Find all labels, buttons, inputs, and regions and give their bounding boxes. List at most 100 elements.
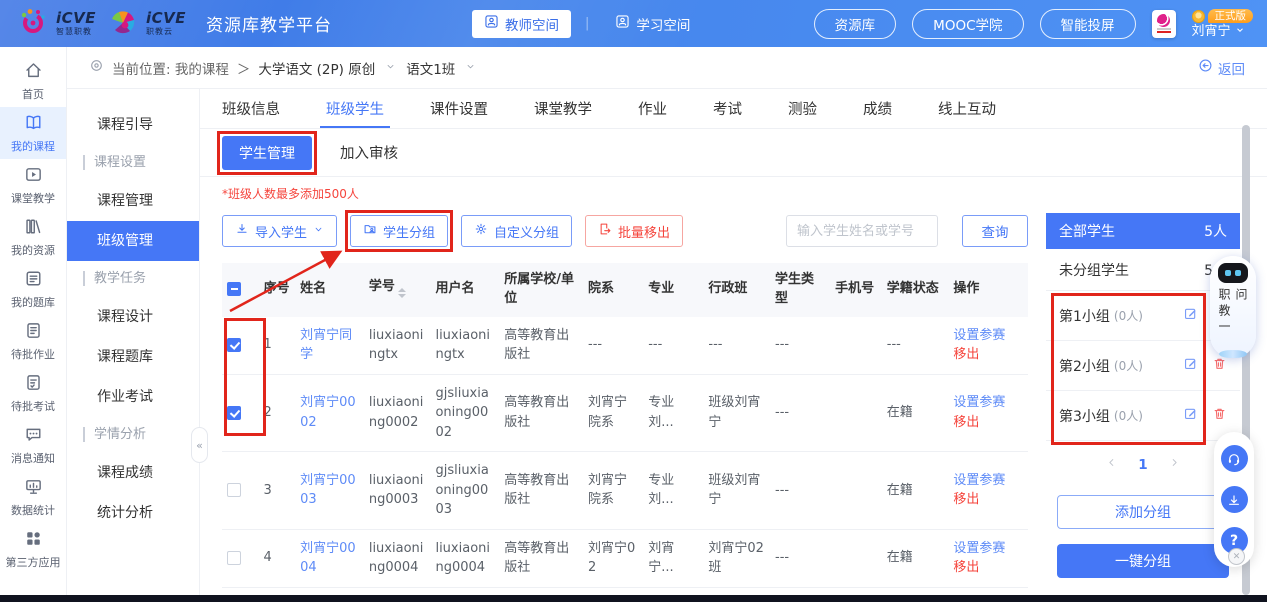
space-switcher: 教师空间|学习空间 <box>472 10 702 38</box>
tab-8[interactable]: 线上互动 <box>938 89 996 128</box>
delete-group-icon[interactable] <box>1212 406 1227 425</box>
table-row: 4刘宵宁0004liuxiaoning0004liuxiaoning0004高等… <box>222 529 1028 587</box>
student-name-link[interactable]: 刘宵宁0003 <box>300 473 356 508</box>
breadcrumb-class[interactable]: 语文1班 <box>406 58 455 78</box>
rail-item-4[interactable]: 我的题库 <box>0 263 66 315</box>
menu-item-7[interactable]: 作业考试 <box>67 377 199 417</box>
download-circle-icon[interactable] <box>1221 486 1248 513</box>
batch-remove-button[interactable]: 批量移出 <box>585 215 683 247</box>
logo1-sub: 智慧职教 <box>56 28 96 36</box>
tab-4[interactable]: 作业 <box>638 89 667 128</box>
row-checkbox[interactable] <box>227 338 241 352</box>
column-header: 学生类型 <box>770 263 830 317</box>
remove-link[interactable]: 移出 <box>953 345 1023 365</box>
breadcrumb-course[interactable]: 大学语文 (2P) 原创 <box>258 58 375 78</box>
one-click-group-button[interactable]: 一键分组 <box>1057 544 1229 578</box>
row-checkbox[interactable] <box>227 483 241 497</box>
column-header: 专业 <box>643 263 703 317</box>
rail-item-1[interactable]: 我的课程 <box>0 107 66 159</box>
tab-6[interactable]: 测验 <box>788 89 817 128</box>
message-icon <box>24 425 43 447</box>
nav-learning-space[interactable]: 学习空间 <box>603 10 702 38</box>
class-dropdown-caret-icon[interactable] <box>465 60 476 76</box>
student-name-link[interactable]: 刘宵宁0004 <box>300 541 356 576</box>
back-button[interactable]: 返回 <box>1198 58 1245 78</box>
select-all-checkbox[interactable] <box>227 282 241 296</box>
set-contest-link[interactable]: 设置参赛 <box>953 539 1023 559</box>
group-all-students[interactable]: 全部学生 5人 <box>1046 213 1240 249</box>
subtab-join-review[interactable]: 加入审核 <box>340 142 398 163</box>
rail-item-9[interactable]: 第三方应用 <box>0 523 66 575</box>
all-students-count: 5人 <box>1204 221 1227 241</box>
student-name-link[interactable]: 刘宵宁0002 <box>300 395 356 430</box>
edit-group-icon[interactable] <box>1183 406 1198 425</box>
remove-doc-icon <box>598 222 612 240</box>
rail-item-5[interactable]: 待批作业 <box>0 315 66 367</box>
close-floating-toolbar-icon[interactable]: ✕ <box>1228 548 1245 565</box>
page-prev-icon[interactable] <box>1105 456 1118 473</box>
main-content: 班级信息班级学生课件设置课堂教学作业考试测验成绩线上互动 学生管理 加入审核 *… <box>200 89 1267 602</box>
app-window: iCVE 智慧职教 iCVE 职教云 资源库教学平台 教师空间|学习空间 资源库… <box>0 0 1267 602</box>
header-pill-2[interactable]: 智能投屏 <box>1040 9 1136 39</box>
tab-0[interactable]: 班级信息 <box>222 89 280 128</box>
menu-item-6[interactable]: 课程题库 <box>67 337 199 377</box>
remove-link[interactable]: 移出 <box>953 558 1023 578</box>
tab-3[interactable]: 课堂教学 <box>534 89 592 128</box>
brand-logos: iCVE 智慧职教 iCVE 职教云 资源库教学平台 <box>18 7 332 41</box>
icve-zhijiaoyun-logo-icon <box>108 7 138 41</box>
menu-collapse-handle[interactable]: « <box>191 427 208 463</box>
custom-group-button[interactable]: 自定义分组 <box>461 215 572 247</box>
rail-item-8[interactable]: 数据统计 <box>0 471 66 523</box>
group-row-3[interactable]: 第3小组(0人) <box>1046 391 1240 441</box>
menu-item-3[interactable]: 班级管理 <box>67 221 199 261</box>
menu-item-5[interactable]: 课程设计 <box>67 297 199 337</box>
page-number[interactable]: 1 <box>1138 457 1147 473</box>
edit-group-icon[interactable] <box>1183 306 1198 325</box>
row-checkbox[interactable] <box>227 406 241 420</box>
rail-item-3[interactable]: 我的资源 <box>0 211 66 263</box>
column-header: 用户名 <box>430 263 499 317</box>
rail-item-2[interactable]: 课堂教学 <box>0 159 66 211</box>
sort-icon[interactable] <box>398 284 406 302</box>
subtab-student-management[interactable]: 学生管理 <box>222 136 312 170</box>
delete-group-icon[interactable] <box>1212 356 1227 375</box>
tab-7[interactable]: 成绩 <box>863 89 892 128</box>
course-dropdown-caret-icon[interactable] <box>385 60 396 76</box>
student-search-input[interactable] <box>786 215 938 247</box>
assistant-widget[interactable]: 职教一问 <box>1210 256 1256 358</box>
rail-item-7[interactable]: 消息通知 <box>0 419 66 471</box>
row-checkbox[interactable] <box>227 551 241 565</box>
student-name-link[interactable]: 刘宵宁同学 <box>300 328 352 363</box>
tab-1[interactable]: 班级学生 <box>326 89 384 128</box>
add-group-button[interactable]: 添加分组 <box>1057 495 1229 529</box>
header-pill-1[interactable]: MOOC学院 <box>912 9 1023 39</box>
rail-item-0[interactable]: 首页 <box>0 55 66 107</box>
tab-5[interactable]: 考试 <box>713 89 742 128</box>
header-pill-0[interactable]: 资源库 <box>814 9 897 39</box>
support-headset-icon[interactable] <box>1221 445 1248 472</box>
set-contest-link[interactable]: 设置参赛 <box>953 471 1023 491</box>
menu-item-2[interactable]: 课程管理 <box>67 181 199 221</box>
user-block[interactable]: 正式版 刘宵宁 <box>1192 9 1254 39</box>
page-next-icon[interactable] <box>1168 456 1181 473</box>
set-contest-link[interactable]: 设置参赛 <box>953 393 1023 413</box>
icve-doc-card-icon[interactable] <box>1152 10 1176 38</box>
menu-item-9[interactable]: 课程成绩 <box>67 453 199 493</box>
query-button[interactable]: 查询 <box>962 215 1028 247</box>
rail-item-6[interactable]: 待批考试 <box>0 367 66 419</box>
logo1-brand: iCVE <box>56 11 96 26</box>
group-row-2[interactable]: 第2小组(0人) <box>1046 341 1240 391</box>
nav-teacher-space[interactable]: 教师空间 <box>472 10 571 38</box>
set-contest-link[interactable]: 设置参赛 <box>953 326 1023 346</box>
import-students-button[interactable]: 导入学生 <box>222 215 337 247</box>
student-group-button[interactable]: 学生分组 <box>350 215 448 247</box>
statistics-icon <box>24 477 43 499</box>
edit-group-icon[interactable] <box>1183 356 1198 375</box>
remove-link[interactable]: 移出 <box>953 490 1023 510</box>
learn-space-icon <box>615 14 630 33</box>
tab-2[interactable]: 课件设置 <box>430 89 488 128</box>
menu-section-8: 学情分析 <box>67 417 199 453</box>
menu-item-0[interactable]: 课程引导 <box>67 105 199 145</box>
menu-item-10[interactable]: 统计分析 <box>67 493 199 533</box>
remove-link[interactable]: 移出 <box>953 413 1023 433</box>
